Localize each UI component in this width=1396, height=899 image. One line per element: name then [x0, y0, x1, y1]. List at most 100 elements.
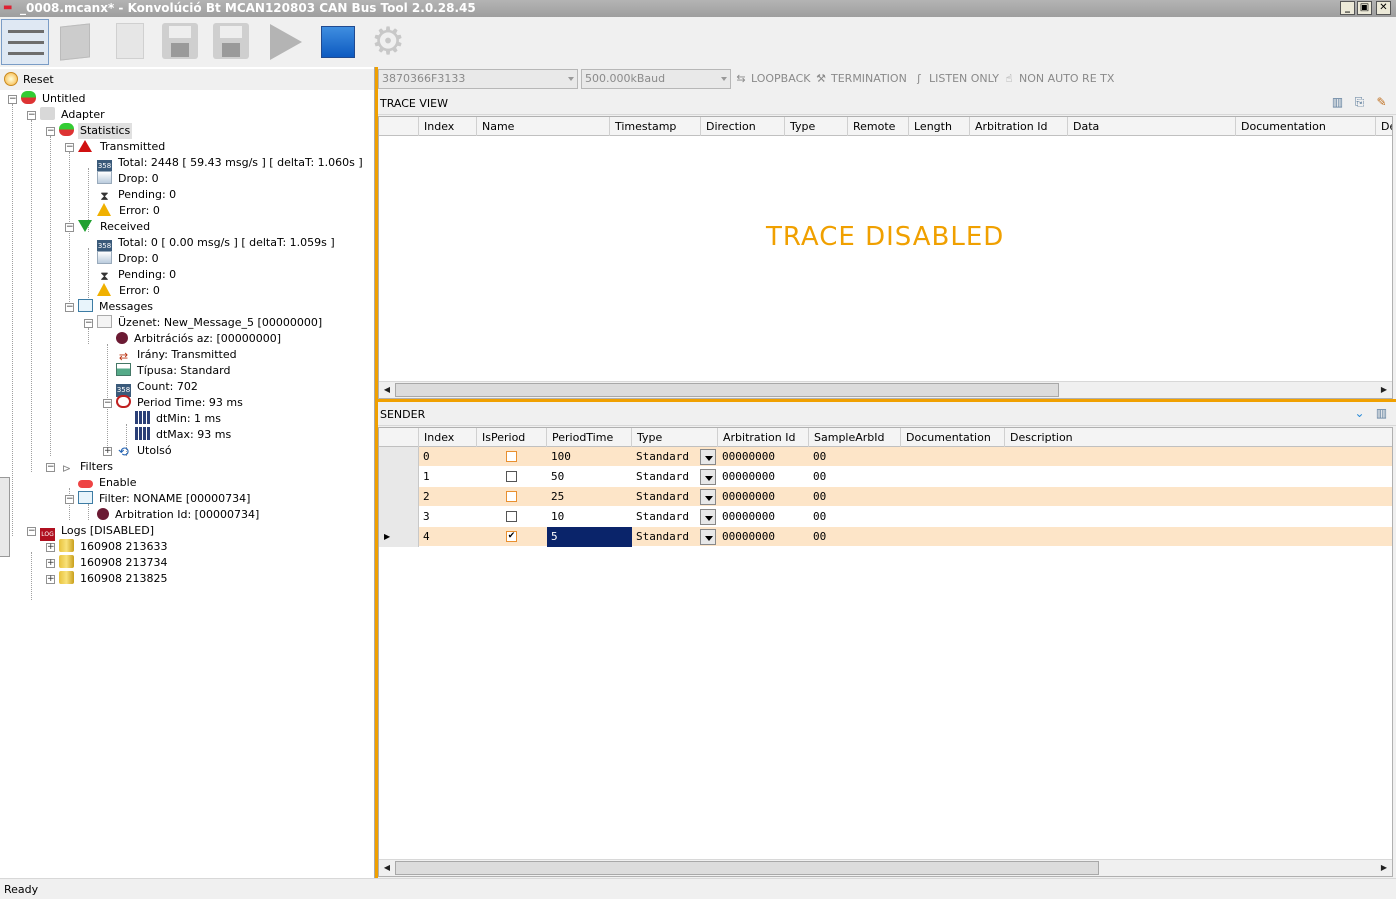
column-header[interactable]: Description — [1005, 428, 1392, 447]
device-select[interactable]: 3870366F3133 — [378, 69, 578, 89]
cell-index[interactable]: 3 — [419, 507, 477, 527]
cell-documentation[interactable] — [901, 507, 1005, 527]
expand-toggle[interactable]: − — [8, 95, 17, 104]
type-dropdown-button[interactable] — [700, 509, 716, 525]
column-header[interactable]: Index — [419, 428, 477, 447]
cell-period-time[interactable]: 5 — [547, 527, 632, 547]
column-header[interactable]: Direction — [701, 117, 785, 136]
tree-node-last[interactable]: ⟲ Utolsó — [116, 443, 174, 459]
cell-type[interactable]: Standard — [632, 467, 702, 487]
tree-node-log-item[interactable]: 160908 213633 — [59, 539, 169, 555]
baud-select[interactable]: 500.000kBaud — [581, 69, 731, 89]
cell-documentation[interactable] — [901, 447, 1005, 467]
row-selector[interactable] — [379, 507, 419, 527]
row-selector[interactable] — [379, 447, 419, 467]
expand-toggle[interactable]: − — [46, 127, 55, 136]
type-dropdown-button[interactable] — [700, 449, 716, 465]
expand-toggle[interactable]: + — [103, 447, 112, 456]
cell-arbitration-id[interactable]: 00000000 — [718, 447, 809, 467]
scroll-right-icon[interactable]: ▶ — [1376, 382, 1392, 398]
is-period-checkbox[interactable] — [506, 451, 517, 462]
table-row[interactable]: 2 25 Standard 00000000 00 — [379, 487, 1392, 507]
loopback-button[interactable]: ⇆ LOOPBACK — [734, 72, 810, 86]
column-header[interactable]: Length — [909, 117, 970, 136]
cell-type[interactable]: Standard — [632, 487, 702, 507]
minimize-button[interactable]: _ — [1340, 1, 1355, 15]
scroll-thumb[interactable] — [395, 861, 1099, 875]
tree-node-received[interactable]: Received — [78, 219, 152, 235]
tree-node-arb[interactable]: Arbitrációs az: [00000000] — [116, 331, 283, 347]
cell-arbitration-id[interactable]: 00000000 — [718, 487, 809, 507]
cell-documentation[interactable] — [901, 527, 1005, 547]
cell-type[interactable]: Standard — [632, 507, 702, 527]
column-header[interactable]: Documentation — [901, 428, 1005, 447]
cell-arbitration-id[interactable]: 00000000 — [718, 527, 809, 547]
tree-node-root[interactable]: Untitled — [21, 91, 88, 107]
is-period-checkbox[interactable] — [506, 471, 517, 482]
type-dropdown-button[interactable] — [700, 469, 716, 485]
expand-toggle[interactable]: − — [65, 495, 74, 504]
is-period-checkbox[interactable] — [506, 511, 517, 522]
cell-description[interactable] — [1005, 467, 1392, 487]
tree-node-dtmin[interactable]: dtMin: 1 ms — [135, 411, 223, 427]
cell-index[interactable]: 4 — [419, 527, 477, 547]
cell-description[interactable] — [1005, 507, 1392, 527]
columns-icon[interactable]: ▥ — [1374, 407, 1389, 420]
columns-icon[interactable]: ▥ — [1330, 96, 1345, 109]
expand-toggle[interactable]: + — [46, 543, 55, 552]
expand-toggle[interactable]: − — [65, 143, 74, 152]
tree-node-rx-pending[interactable]: ⧗ Pending: 0 — [97, 267, 178, 283]
cell-documentation[interactable] — [901, 487, 1005, 507]
cell-arbitration-id[interactable]: 00000000 — [718, 467, 809, 487]
column-header[interactable]: SampleArbId — [809, 428, 901, 447]
splitter[interactable] — [378, 399, 1396, 402]
table-row[interactable]: 1 50 Standard 00000000 00 — [379, 467, 1392, 487]
tree-node-adapter[interactable]: Adapter — [40, 107, 107, 123]
tree-node-log-item[interactable]: 160908 213734 — [59, 555, 169, 571]
tree-node-message[interactable]: Üzenet: New_Message_5 [00000000] — [97, 315, 324, 331]
side-collapse-tab[interactable] — [0, 477, 10, 557]
cell-description[interactable] — [1005, 447, 1392, 467]
chevron-down-icon[interactable]: ⌄ — [1352, 407, 1367, 420]
table-row[interactable]: 3 10 Standard 00000000 00 — [379, 507, 1392, 527]
expand-toggle[interactable]: − — [103, 399, 112, 408]
cell-index[interactable]: 0 — [419, 447, 477, 467]
vertical-splitter[interactable] — [375, 67, 378, 878]
cell-sample-arb-id[interactable]: 00 — [809, 447, 901, 467]
cell-description[interactable] — [1005, 527, 1392, 547]
tree-node-messages[interactable]: Messages — [78, 299, 155, 315]
table-row[interactable]: 0 100 Standard 00000000 00 — [379, 447, 1392, 467]
cell-sample-arb-id[interactable]: 00 — [809, 467, 901, 487]
row-selector[interactable] — [379, 467, 419, 487]
column-header[interactable]: Arbitration Id — [970, 117, 1068, 136]
expand-toggle[interactable]: − — [46, 463, 55, 472]
tree-node-logs[interactable]: LOG Logs [DISABLED] — [40, 523, 156, 541]
expand-toggle[interactable]: − — [84, 319, 93, 328]
expand-toggle[interactable]: − — [27, 527, 36, 536]
is-period-checkbox[interactable] — [506, 491, 517, 502]
column-header[interactable]: Type — [632, 428, 718, 447]
scroll-left-icon[interactable]: ◀ — [379, 382, 395, 398]
menu-button[interactable] — [1, 19, 49, 65]
expand-toggle[interactable]: − — [27, 111, 36, 120]
save-as-button[interactable] — [207, 19, 255, 65]
stop-button[interactable] — [314, 19, 362, 65]
tree-node-direction[interactable]: ⇄ Irány: Transmitted — [116, 347, 239, 363]
tree-node-log-item[interactable]: 160908 213825 — [59, 571, 169, 587]
termination-button[interactable]: ⚒ TERMINATION — [814, 72, 907, 86]
column-header[interactable]: Type — [785, 117, 848, 136]
listen-only-button[interactable]: ʃ LISTEN ONLY — [912, 72, 999, 86]
tree-node-filter[interactable]: Filter: NONAME [00000734] — [78, 491, 252, 507]
cell-period-time[interactable]: 10 — [547, 507, 632, 527]
clear-icon[interactable]: ✎ — [1374, 96, 1389, 109]
tree-node-filter-arb[interactable]: Arbitration Id: [00000734] — [97, 507, 261, 523]
cell-period-time[interactable]: 50 — [547, 467, 632, 487]
maximize-button[interactable]: ▣ — [1357, 1, 1372, 15]
row-selector[interactable]: ▶ — [379, 527, 419, 547]
cell-type[interactable]: Standard — [632, 447, 702, 467]
new-button[interactable] — [106, 19, 154, 65]
tree-node-count[interactable]: 358 Count: 702 — [116, 379, 200, 397]
cell-period-time[interactable]: 100 — [547, 447, 632, 467]
export-icon[interactable]: ⎘ — [1352, 96, 1367, 109]
expand-toggle[interactable]: + — [46, 559, 55, 568]
